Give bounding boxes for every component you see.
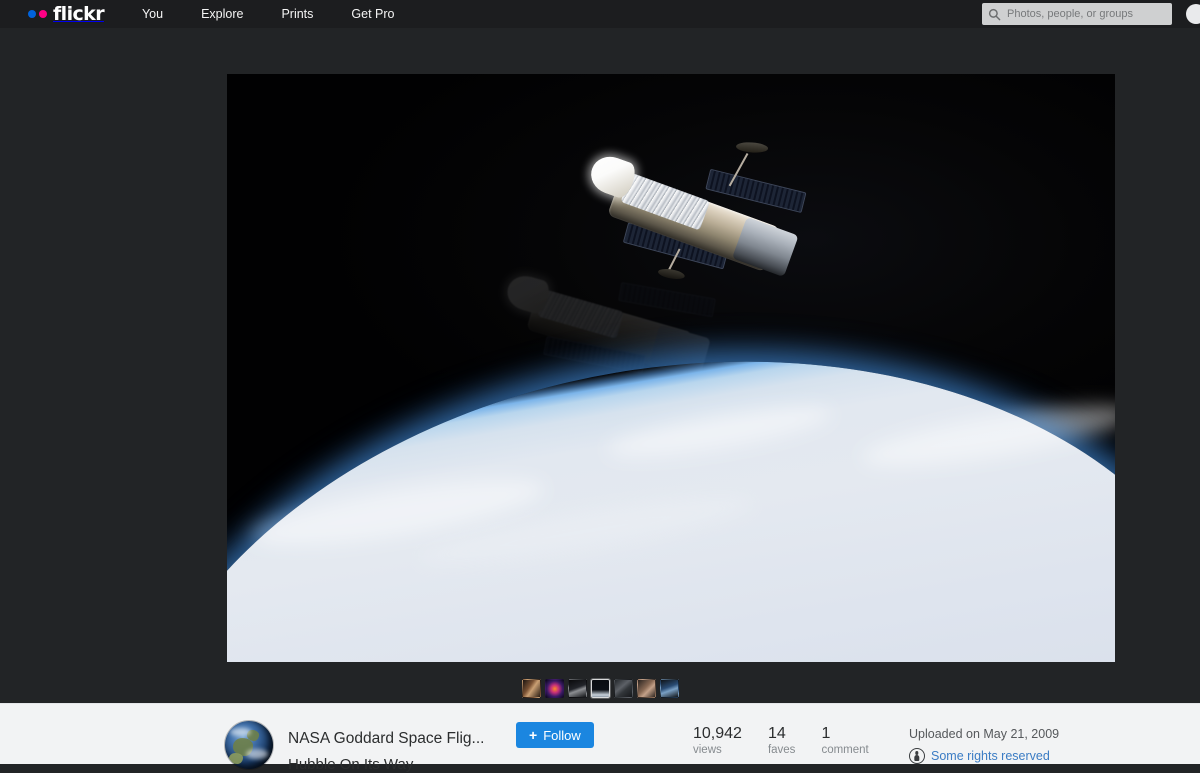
follow-button[interactable]: + Follow [516,722,594,748]
antenna-dish-lower-icon [657,267,686,282]
nav-item-explore[interactable]: Explore [201,0,243,28]
nav-item-get-pro[interactable]: Get Pro [351,0,394,28]
photo-meta: Uploaded on May 21, 2009 Some rights res… [909,726,1059,764]
nav-item-you[interactable]: You [142,0,163,28]
thumbnail-6[interactable] [636,678,656,698]
search-input[interactable] [1007,8,1166,20]
avatar-landmass-3 [228,752,244,765]
thumbnail-4-selected[interactable] [589,677,611,699]
thumbnail-3[interactable] [567,678,587,698]
avatar-cloud-2 [246,748,269,760]
photo-title: Hubble On Its Way [288,756,414,773]
thumbnail-strip [0,673,1200,703]
nav-item-prints[interactable]: Prints [281,0,313,28]
license-link[interactable]: Some rights reserved [931,749,1050,763]
search-icon [988,8,1001,20]
logo-wordmark: flickr [53,2,105,25]
plus-icon: + [529,727,538,743]
stat-views[interactable]: 10,942 views [693,724,742,757]
stat-comments-value: 1 [821,725,831,742]
stat-views-label: views [693,744,722,756]
stat-views-value: 10,942 [693,725,742,742]
site-header: flickr You Explore Prints Get Pro [0,0,1200,28]
logo-dot-pink-icon [39,10,47,18]
main-photo[interactable] [227,74,1115,662]
thumbnail-2[interactable] [544,678,564,698]
flickr-logo[interactable]: flickr [28,0,105,28]
stat-faves[interactable]: 14 faves [768,724,796,757]
follow-button-label: Follow [543,727,581,743]
main-nav: You Explore Prints Get Pro [142,0,395,28]
thumbnail-1[interactable] [521,678,541,698]
stat-comments[interactable]: 1 comment [821,724,868,757]
owner-avatar[interactable] [225,721,273,769]
stat-faves-label: faves [767,744,796,756]
upload-date: Uploaded on May 21, 2009 [909,727,1060,741]
creative-commons-by-icon [909,748,925,764]
photo-stage [0,28,1200,703]
stat-comments-label: comment [821,744,869,756]
user-avatar[interactable] [1186,4,1200,24]
thumbnail-7[interactable] [659,678,679,698]
logo-dots [28,10,47,18]
logo-dot-blue-icon [28,10,36,18]
search-box[interactable] [982,3,1172,25]
photo-stats: 10,942 views 14 faves 1 comment [693,724,869,757]
thumbnail-5[interactable] [613,678,633,698]
license-row: Some rights reserved [909,748,1059,764]
stat-faves-value: 14 [767,725,786,742]
owner-name-link[interactable]: NASA Goddard Space Flig... [288,730,484,748]
